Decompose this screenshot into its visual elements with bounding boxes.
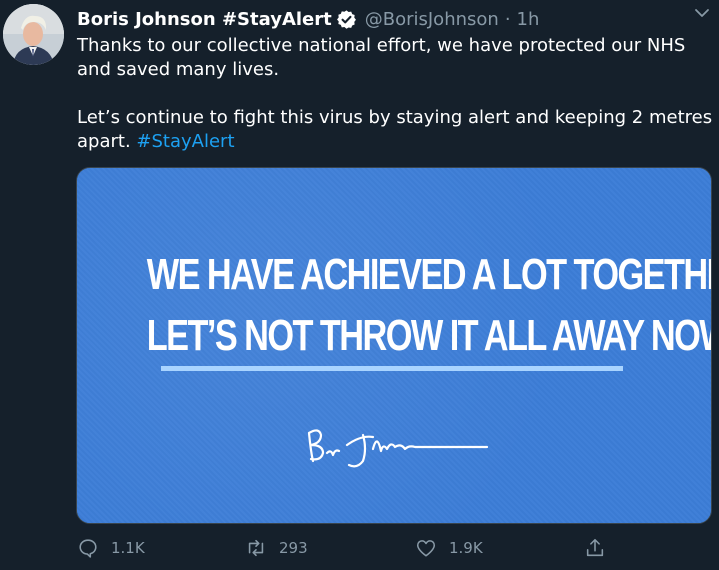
chevron-down-icon[interactable] bbox=[693, 4, 711, 22]
tweet-text-paragraph-2: Let’s continue to fight this virus by st… bbox=[77, 106, 713, 154]
media-slogan-line-2: LET’S NOT THROW IT ALL AWAY NOW bbox=[146, 311, 712, 360]
retweet-count: 293 bbox=[279, 539, 308, 557]
like-count: 1.9K bbox=[449, 539, 483, 557]
avatar[interactable] bbox=[3, 4, 64, 65]
reply-button[interactable]: 1.1K bbox=[77, 536, 145, 560]
author-handle[interactable]: @BorisJohnson bbox=[365, 9, 499, 30]
reply-icon bbox=[79, 539, 97, 558]
heart-icon bbox=[416, 540, 436, 557]
tweet-media-image[interactable]: WE HAVE ACHIEVED A LOT TOGETHER SO FAR L… bbox=[76, 167, 712, 524]
like-button[interactable]: 1.9K bbox=[415, 536, 483, 560]
signature-icon bbox=[307, 429, 489, 468]
hashtag-link[interactable]: #StayAlert bbox=[136, 131, 234, 152]
author-name[interactable]: Boris Johnson #StayAlert bbox=[77, 9, 332, 30]
tweet-text-paragraph-1: Thanks to our collective national effort… bbox=[77, 35, 686, 80]
retweet-button[interactable]: 293 bbox=[245, 536, 308, 560]
separator-dot: · bbox=[504, 8, 511, 30]
reply-count: 1.1K bbox=[111, 539, 145, 557]
retweet-icon bbox=[248, 539, 264, 557]
verified-badge-icon bbox=[336, 9, 357, 30]
tweet-text: Thanks to our collective national effort… bbox=[77, 34, 713, 154]
tweet-timestamp[interactable]: 1h bbox=[517, 9, 540, 30]
tweet-header: Boris Johnson #StayAlert @BorisJohnson ·… bbox=[77, 6, 719, 32]
share-button[interactable] bbox=[584, 536, 606, 560]
media-slogan-line-1: WE HAVE ACHIEVED A LOT TOGETHER SO FAR bbox=[146, 250, 711, 299]
tweet-actions: 1.1K 293 1.9K bbox=[77, 536, 707, 560]
share-icon bbox=[586, 538, 604, 557]
media-underline bbox=[161, 366, 623, 371]
